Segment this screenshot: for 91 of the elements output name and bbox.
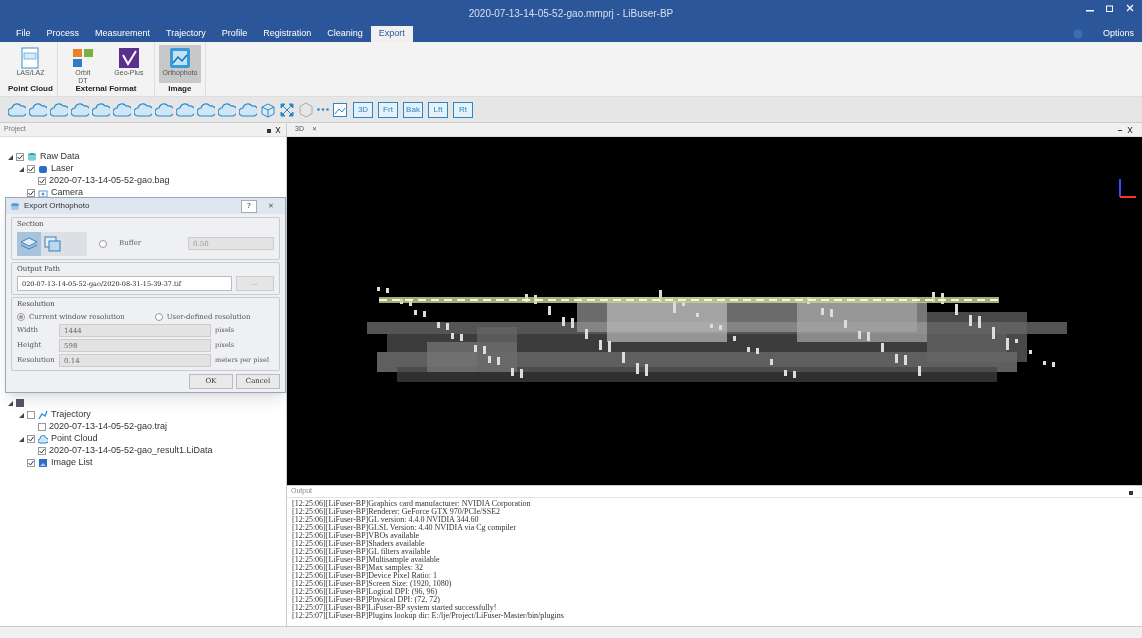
tiles-icon <box>71 47 94 69</box>
view-button[interactable]: 3D <box>353 101 373 118</box>
check-icon <box>117 47 140 69</box>
radio-button[interactable] <box>99 239 107 248</box>
ribbon-tab[interactable]: Trajectory <box>158 26 214 42</box>
ribbon-tab[interactable]: Process <box>38 26 88 42</box>
log-line: [12:25:06][LiFuser-BP]Physical DPI: (72, 72) <box>292 596 440 604</box>
log-line: [12:25:06][LiFuser-BP]Screen Size: (1920, 1080) <box>292 580 453 588</box>
checkbox[interactable] <box>27 459 35 467</box>
log-line: [12:25:07][LiFuser-BP]Plugins lookup dir: E:/lje/Project/LiFuser-Master/bin/plugins <box>292 612 565 620</box>
checkbox[interactable] <box>38 447 46 455</box>
device-icon <box>38 164 48 174</box>
tree-item[interactable]: Laser <box>51 162 74 176</box>
checkbox[interactable] <box>16 153 24 161</box>
file-icon <box>19 47 42 69</box>
cloud-icon <box>176 101 194 118</box>
checkbox[interactable] <box>27 411 35 419</box>
log-line: [12:25:06][LiFuser-BP]Multisample available <box>292 556 441 564</box>
layers-button[interactable] <box>17 231 41 256</box>
cloud-icon <box>218 101 236 118</box>
log-line: [12:25:07][LiFuser-BP]LiFuser-BP system started successfully! <box>292 604 497 612</box>
image-icon <box>168 47 191 69</box>
checkbox[interactable] <box>38 423 46 431</box>
tree-item[interactable]: Image List <box>51 456 93 470</box>
circle-icon <box>1072 29 1083 39</box>
close-icon <box>1126 4 1134 12</box>
group-label: Point Cloud <box>8 83 53 95</box>
window-title: 2020-07-13-14-05-52-gao.mmprj - LiBuser-BP <box>468 6 674 21</box>
group-label: Image <box>168 83 192 95</box>
image-icon <box>332 101 348 118</box>
cloud-icon <box>50 101 68 118</box>
view-button[interactable]: Frt <box>378 101 398 118</box>
log-line: [12:25:06][LiFuser-BP]Graphics card manufacturer: NVIDIA Corporation <box>292 500 532 508</box>
log-line: [12:25:06][LiFuser-BP]Logical DPI: (96, 96) <box>292 588 438 596</box>
view-button[interactable]: Bak <box>403 101 423 118</box>
expand-icon <box>279 101 295 118</box>
view-button[interactable]: Rt <box>453 101 473 118</box>
view-button[interactable]: Lft <box>428 101 448 118</box>
axis-drawing <box>1118 177 1138 201</box>
cloud-icon <box>92 101 110 118</box>
log-line: [12:25:06][LiFuser-BP]Device Pixel Ratio: 1 <box>292 572 437 580</box>
ribbon-tab[interactable]: Registration <box>255 26 320 42</box>
tree-item[interactable]: 2020-07-13-14-05-52-gao.traj <box>49 420 168 434</box>
checkbox-icon <box>16 399 24 407</box>
log-line: [12:25:06][LiFuser-BP]VBOs available <box>292 532 420 540</box>
tree-item[interactable]: 2020-07-13-14-05-52-gao.bag <box>49 174 170 188</box>
trajectory-icon <box>38 410 48 420</box>
ribbon-tab[interactable]: File <box>8 26 39 42</box>
tree-item[interactable]: Trajectory <box>51 408 91 422</box>
ribbon-tab[interactable]: Measurement <box>87 26 159 42</box>
checkbox[interactable] <box>27 435 35 443</box>
dialog-title: Export Orthophoto <box>24 200 91 212</box>
tree-item[interactable]: Point Cloud <box>51 432 98 446</box>
hexagon-icon <box>298 101 314 118</box>
database-icon <box>27 152 37 162</box>
options-link[interactable]: Options <box>1102 27 1134 41</box>
ribbon-tab[interactable]: Cleaning <box>319 26 371 42</box>
cloud-icon <box>29 101 47 118</box>
cloud-icon <box>71 101 89 118</box>
tree-item[interactable]: 2020-07-13-14-05-52-gao_result1.LiData <box>49 444 213 458</box>
pin-close-icon <box>266 125 282 134</box>
group-label: External Format <box>75 83 137 95</box>
checkbox[interactable] <box>38 177 46 185</box>
checkbox[interactable] <box>27 165 35 173</box>
log-line: [12:25:06][LiFuser-BP]Max samples: 32 <box>292 564 423 572</box>
tree-item[interactable]: Raw Data <box>40 150 80 164</box>
camera-icon <box>38 188 48 198</box>
layers-icon <box>10 201 20 211</box>
tree-item[interactable]: Camera <box>51 186 83 200</box>
log-line: [12:25:06][LiFuser-BP]GLSL Version: 4.40 NVIDIA via Cg compiler <box>292 524 518 532</box>
log-line: [12:25:06][LiFuser-BP]Renderer: GeForce GTX 970/PCIe/SSE2 <box>292 508 501 516</box>
log-line: [12:25:06][LiFuser-BP]Shaders available <box>292 540 425 548</box>
cloud-icon <box>38 434 48 444</box>
restore-icon <box>1106 4 1114 12</box>
pages-icon <box>44 235 62 252</box>
cloud-icon <box>239 101 257 118</box>
cube-icon <box>260 101 276 118</box>
expanded-arrow-icon <box>19 436 24 442</box>
pin-close-icon <box>1118 125 1134 134</box>
layers-icon <box>20 235 38 252</box>
cloud-icon <box>155 101 173 118</box>
log-line: [12:25:06][LiFuser-BP]GL filters available <box>292 548 431 556</box>
log-line: [12:25:06][LiFuser-BP]GL version: 4.4.0 NVIDIA 344.60 <box>292 516 479 524</box>
image-icon <box>38 458 48 468</box>
dots-icon <box>317 108 329 111</box>
cloud-icon <box>134 101 152 118</box>
cloud-icon <box>197 101 215 118</box>
ribbon-tab[interactable]: Export <box>370 26 413 42</box>
cloud-icon <box>113 101 131 118</box>
cloud-icon <box>8 101 26 118</box>
ribbon-tab[interactable]: Profile <box>213 26 256 42</box>
